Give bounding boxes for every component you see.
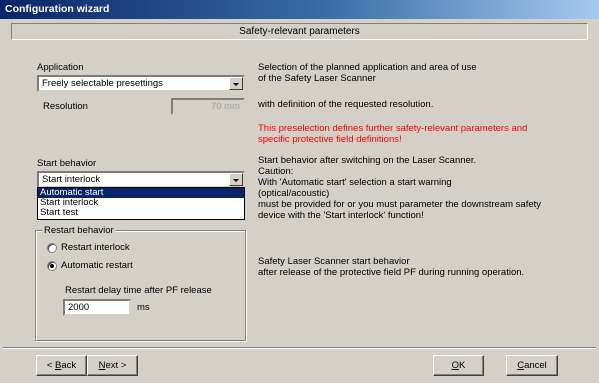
restart-delay-unit: ms (137, 302, 150, 313)
warning-text: This preselection defines further safety… (258, 123, 527, 145)
description-line: device with the 'Start interlock' functi… (258, 210, 424, 221)
cancel-button[interactable]: Cancel (506, 355, 558, 376)
footer-separator (3, 347, 596, 349)
chevron-down-icon[interactable] (229, 173, 243, 186)
start-behavior-dropdown-list[interactable]: Automatic start Start interlock Start te… (37, 187, 245, 220)
start-behavior-description: Start behavior after switching on the La… (258, 155, 541, 221)
description-line: Safety Laser Scanner start behavior (258, 256, 410, 267)
next-button[interactable]: Next > (87, 355, 138, 376)
application-select[interactable]: Freely selectable presettings (37, 75, 245, 92)
warning-line: This preselection defines further safety… (258, 123, 528, 134)
description-line: Caution: (258, 166, 294, 177)
resolution-label: Resolution (43, 101, 88, 112)
warning-line: specific protective field definitions! (258, 134, 402, 145)
restart-delay-label: Restart delay time after PF release (65, 285, 212, 296)
resolution-description: with definition of the requested resolut… (258, 99, 434, 110)
page-header: Safety-relevant parameters (11, 23, 588, 40)
start-behavior-label: Start behavior (37, 158, 97, 169)
resolution-field: 70 mm (171, 98, 245, 115)
description-line: With 'Automatic start' selection a start… (258, 177, 452, 188)
chevron-down-icon[interactable] (229, 77, 243, 90)
start-behavior-select[interactable]: Start interlock (37, 171, 245, 188)
restart-interlock-label[interactable]: Restart interlock (61, 242, 130, 253)
radio-restart-interlock[interactable] (47, 243, 57, 253)
restart-behavior-group: Restart behavior Restart interlock Autom… (35, 225, 246, 341)
automatic-restart-label[interactable]: Automatic restart (61, 260, 133, 271)
application-description: Selection of the planned application and… (258, 62, 477, 84)
wizard-body: Safety-relevant parameters Application F… (3, 19, 596, 380)
restart-delay-input[interactable]: 2000 (63, 299, 131, 316)
description-line: (optical/acoustic) (258, 188, 330, 199)
dropdown-option-start-test[interactable]: Start test (38, 208, 244, 218)
application-label: Application (37, 62, 84, 73)
ok-button[interactable]: OK (433, 355, 484, 376)
description-line: Start behavior after switching on the La… (258, 155, 477, 166)
window-titlebar: Configuration wizard (0, 0, 599, 19)
start-behavior-select-value: Start interlock (42, 174, 101, 185)
application-select-value: Freely selectable presettings (42, 78, 163, 89)
back-button[interactable]: < Back (36, 355, 87, 376)
description-line: Selection of the planned application and… (258, 62, 477, 73)
restart-behavior-legend: Restart behavior (42, 225, 116, 236)
restart-behavior-description: Safety Laser Scanner start behavior afte… (258, 256, 524, 278)
description-line: after release of the protective field PF… (258, 267, 525, 278)
radio-automatic-restart[interactable] (47, 261, 57, 271)
description-line: must be provided for or you must paramet… (258, 199, 542, 210)
description-line: of the Safety Laser Scanner (258, 73, 376, 84)
